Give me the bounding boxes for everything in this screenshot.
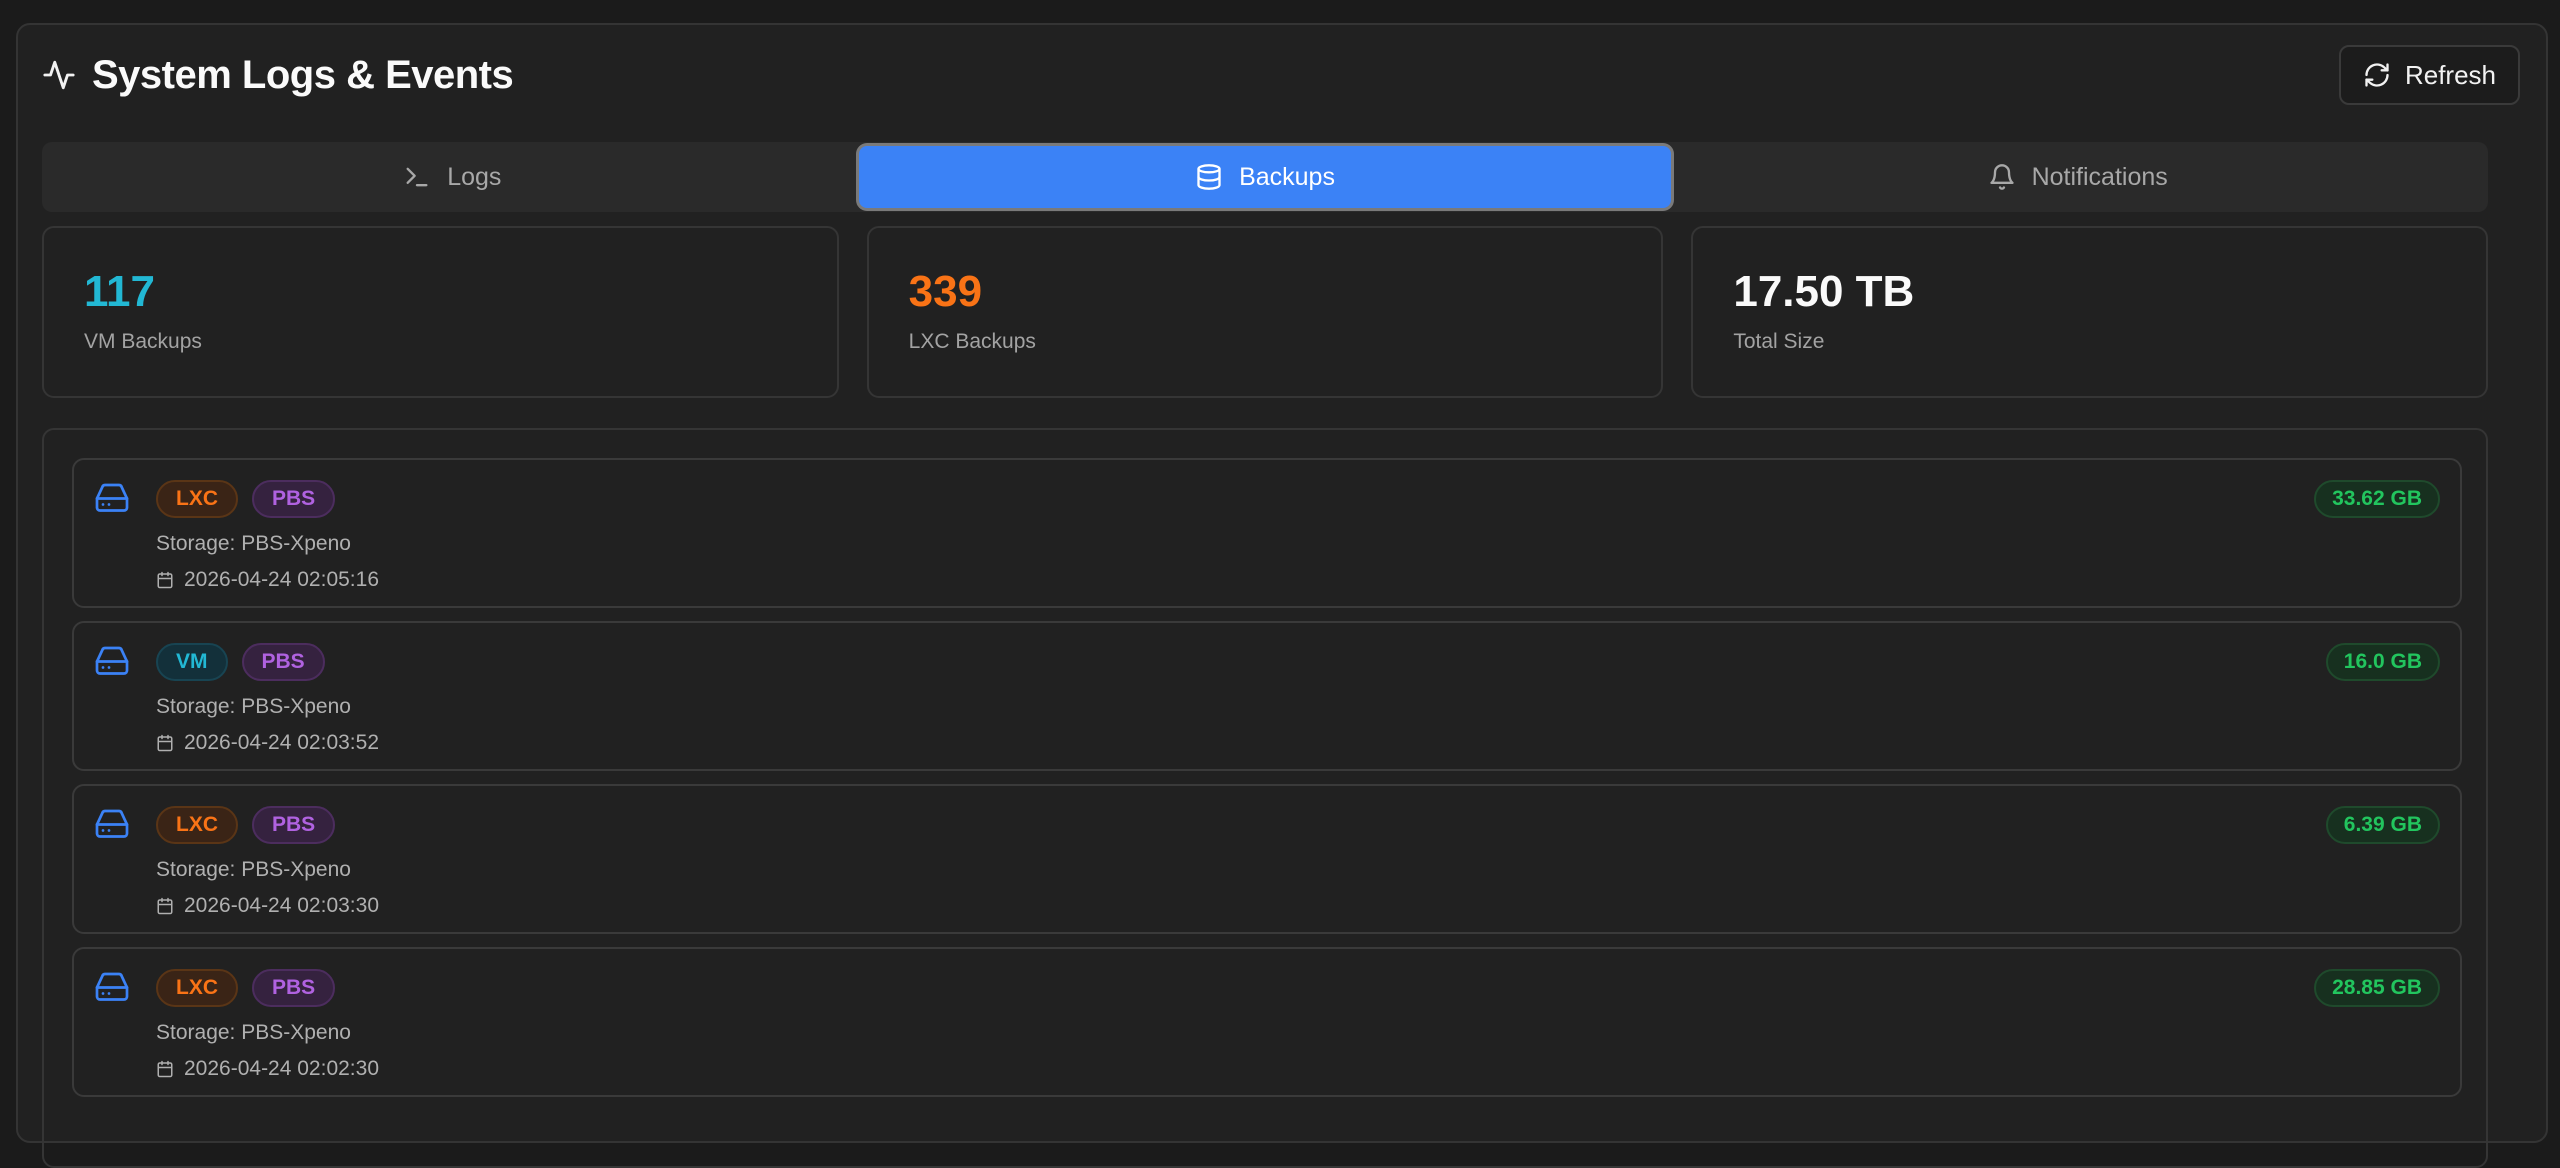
tab-backups-label: Backups	[1239, 162, 1335, 191]
stat-total-size: 17.50 TB Total Size	[1691, 226, 2489, 398]
row-body: LXC PBS Storage: PBS-Xpeno 2026-04-24 02…	[156, 806, 379, 918]
activity-icon	[43, 60, 75, 90]
type-badge: LXC	[156, 480, 238, 518]
date-text: 2026-04-24 02:03:30	[184, 894, 379, 917]
size-badge: 33.62 GB	[2314, 480, 2440, 518]
title-wrap: System Logs & Events	[42, 52, 514, 98]
calendar-icon	[157, 734, 173, 752]
date-line: 2026-04-24 02:03:30	[156, 894, 379, 918]
header: System Logs & Events Refresh	[42, 40, 2520, 110]
badges: LXC PBS	[156, 806, 379, 844]
tab-notifications-label: Notifications	[2031, 162, 2168, 191]
hard-drive-icon	[95, 809, 129, 838]
stat-value: 117	[84, 267, 155, 316]
database-icon	[1197, 164, 1221, 190]
type-badge: LXC	[156, 969, 238, 1007]
storage-type-badge: PBS	[241, 643, 325, 681]
storage-text: Storage: PBS-Xpeno	[156, 532, 351, 555]
type-badge: LXC	[156, 806, 238, 844]
storage-text: Storage: PBS-Xpeno	[156, 1021, 351, 1044]
hard-drive-icon	[95, 483, 129, 512]
storage-text: Storage: PBS-Xpeno	[156, 858, 351, 881]
stat-vm-backups: 117 VM Backups	[42, 226, 839, 398]
type-badge: VM	[156, 643, 228, 681]
date-line: 2026-04-24 02:05:16	[156, 568, 379, 592]
calendar-icon	[157, 571, 173, 589]
tab-backups[interactable]: Backups	[858, 146, 1672, 208]
storage-type-badge: PBS	[252, 480, 336, 518]
refresh-label: Refresh	[2404, 59, 2496, 90]
size-badge: 16.0 GB	[2325, 643, 2440, 681]
date-line: 2026-04-24 02:02:30	[156, 1057, 379, 1081]
page-title: System Logs & Events	[92, 52, 514, 97]
badges: LXC PBS	[156, 969, 379, 1007]
stat-label: Total Size	[1733, 330, 1825, 353]
refresh-icon	[2365, 63, 2389, 87]
stat-value: 17.50 TB	[1733, 267, 1915, 316]
calendar-icon	[157, 897, 173, 915]
row-body: VM PBS Storage: PBS-Xpeno 2026-04-24 02:…	[156, 643, 379, 755]
size-badge: 28.85 GB	[2314, 969, 2440, 1007]
storage-type-badge: PBS	[252, 969, 336, 1007]
date-text: 2026-04-24 02:03:52	[184, 731, 379, 754]
bell-icon	[1989, 164, 2014, 190]
backup-row[interactable]: VM PBS Storage: PBS-Xpeno 2026-04-24 02:…	[72, 621, 2462, 771]
backup-list: LXC PBS Storage: PBS-Xpeno 2026-04-24 02…	[42, 428, 2488, 1168]
badges: LXC PBS	[156, 480, 379, 518]
tab-logs[interactable]: Logs	[46, 146, 859, 208]
backup-row[interactable]: LXC PBS Storage: PBS-Xpeno 2026-04-24 02…	[72, 947, 2462, 1097]
tab-notifications[interactable]: Notifications	[1671, 146, 2484, 208]
stat-lxc-backups: 339 LXC Backups	[866, 226, 1664, 398]
row-body: LXC PBS Storage: PBS-Xpeno 2026-04-24 02…	[156, 969, 379, 1081]
tab-bar: Logs Backups Notifications	[42, 142, 2488, 212]
backup-row[interactable]: LXC PBS Storage: PBS-Xpeno 2026-04-24 02…	[72, 458, 2462, 608]
terminal-icon	[406, 167, 428, 187]
date-line: 2026-04-24 02:03:52	[156, 731, 379, 755]
row-body: LXC PBS Storage: PBS-Xpeno 2026-04-24 02…	[156, 480, 379, 592]
size-badge: 6.39 GB	[2325, 806, 2440, 844]
storage-text: Storage: PBS-Xpeno	[156, 695, 351, 718]
refresh-button[interactable]: Refresh	[2338, 45, 2520, 105]
hard-drive-icon	[95, 646, 129, 675]
date-text: 2026-04-24 02:05:16	[184, 568, 379, 591]
stats-row: 117 VM Backups 339 LXC Backups 17.50 TB …	[42, 226, 2489, 398]
storage-type-badge: PBS	[252, 806, 336, 844]
stat-label: LXC Backups	[908, 330, 1036, 353]
stat-value: 339	[908, 267, 983, 316]
calendar-icon	[157, 1060, 173, 1078]
date-text: 2026-04-24 02:02:30	[184, 1057, 379, 1080]
hard-drive-icon	[95, 972, 129, 1001]
backup-row[interactable]: LXC PBS Storage: PBS-Xpeno 2026-04-24 02…	[72, 784, 2462, 934]
badges: VM PBS	[156, 643, 379, 681]
tab-logs-label: Logs	[447, 162, 502, 191]
stat-label: VM Backups	[84, 330, 202, 353]
